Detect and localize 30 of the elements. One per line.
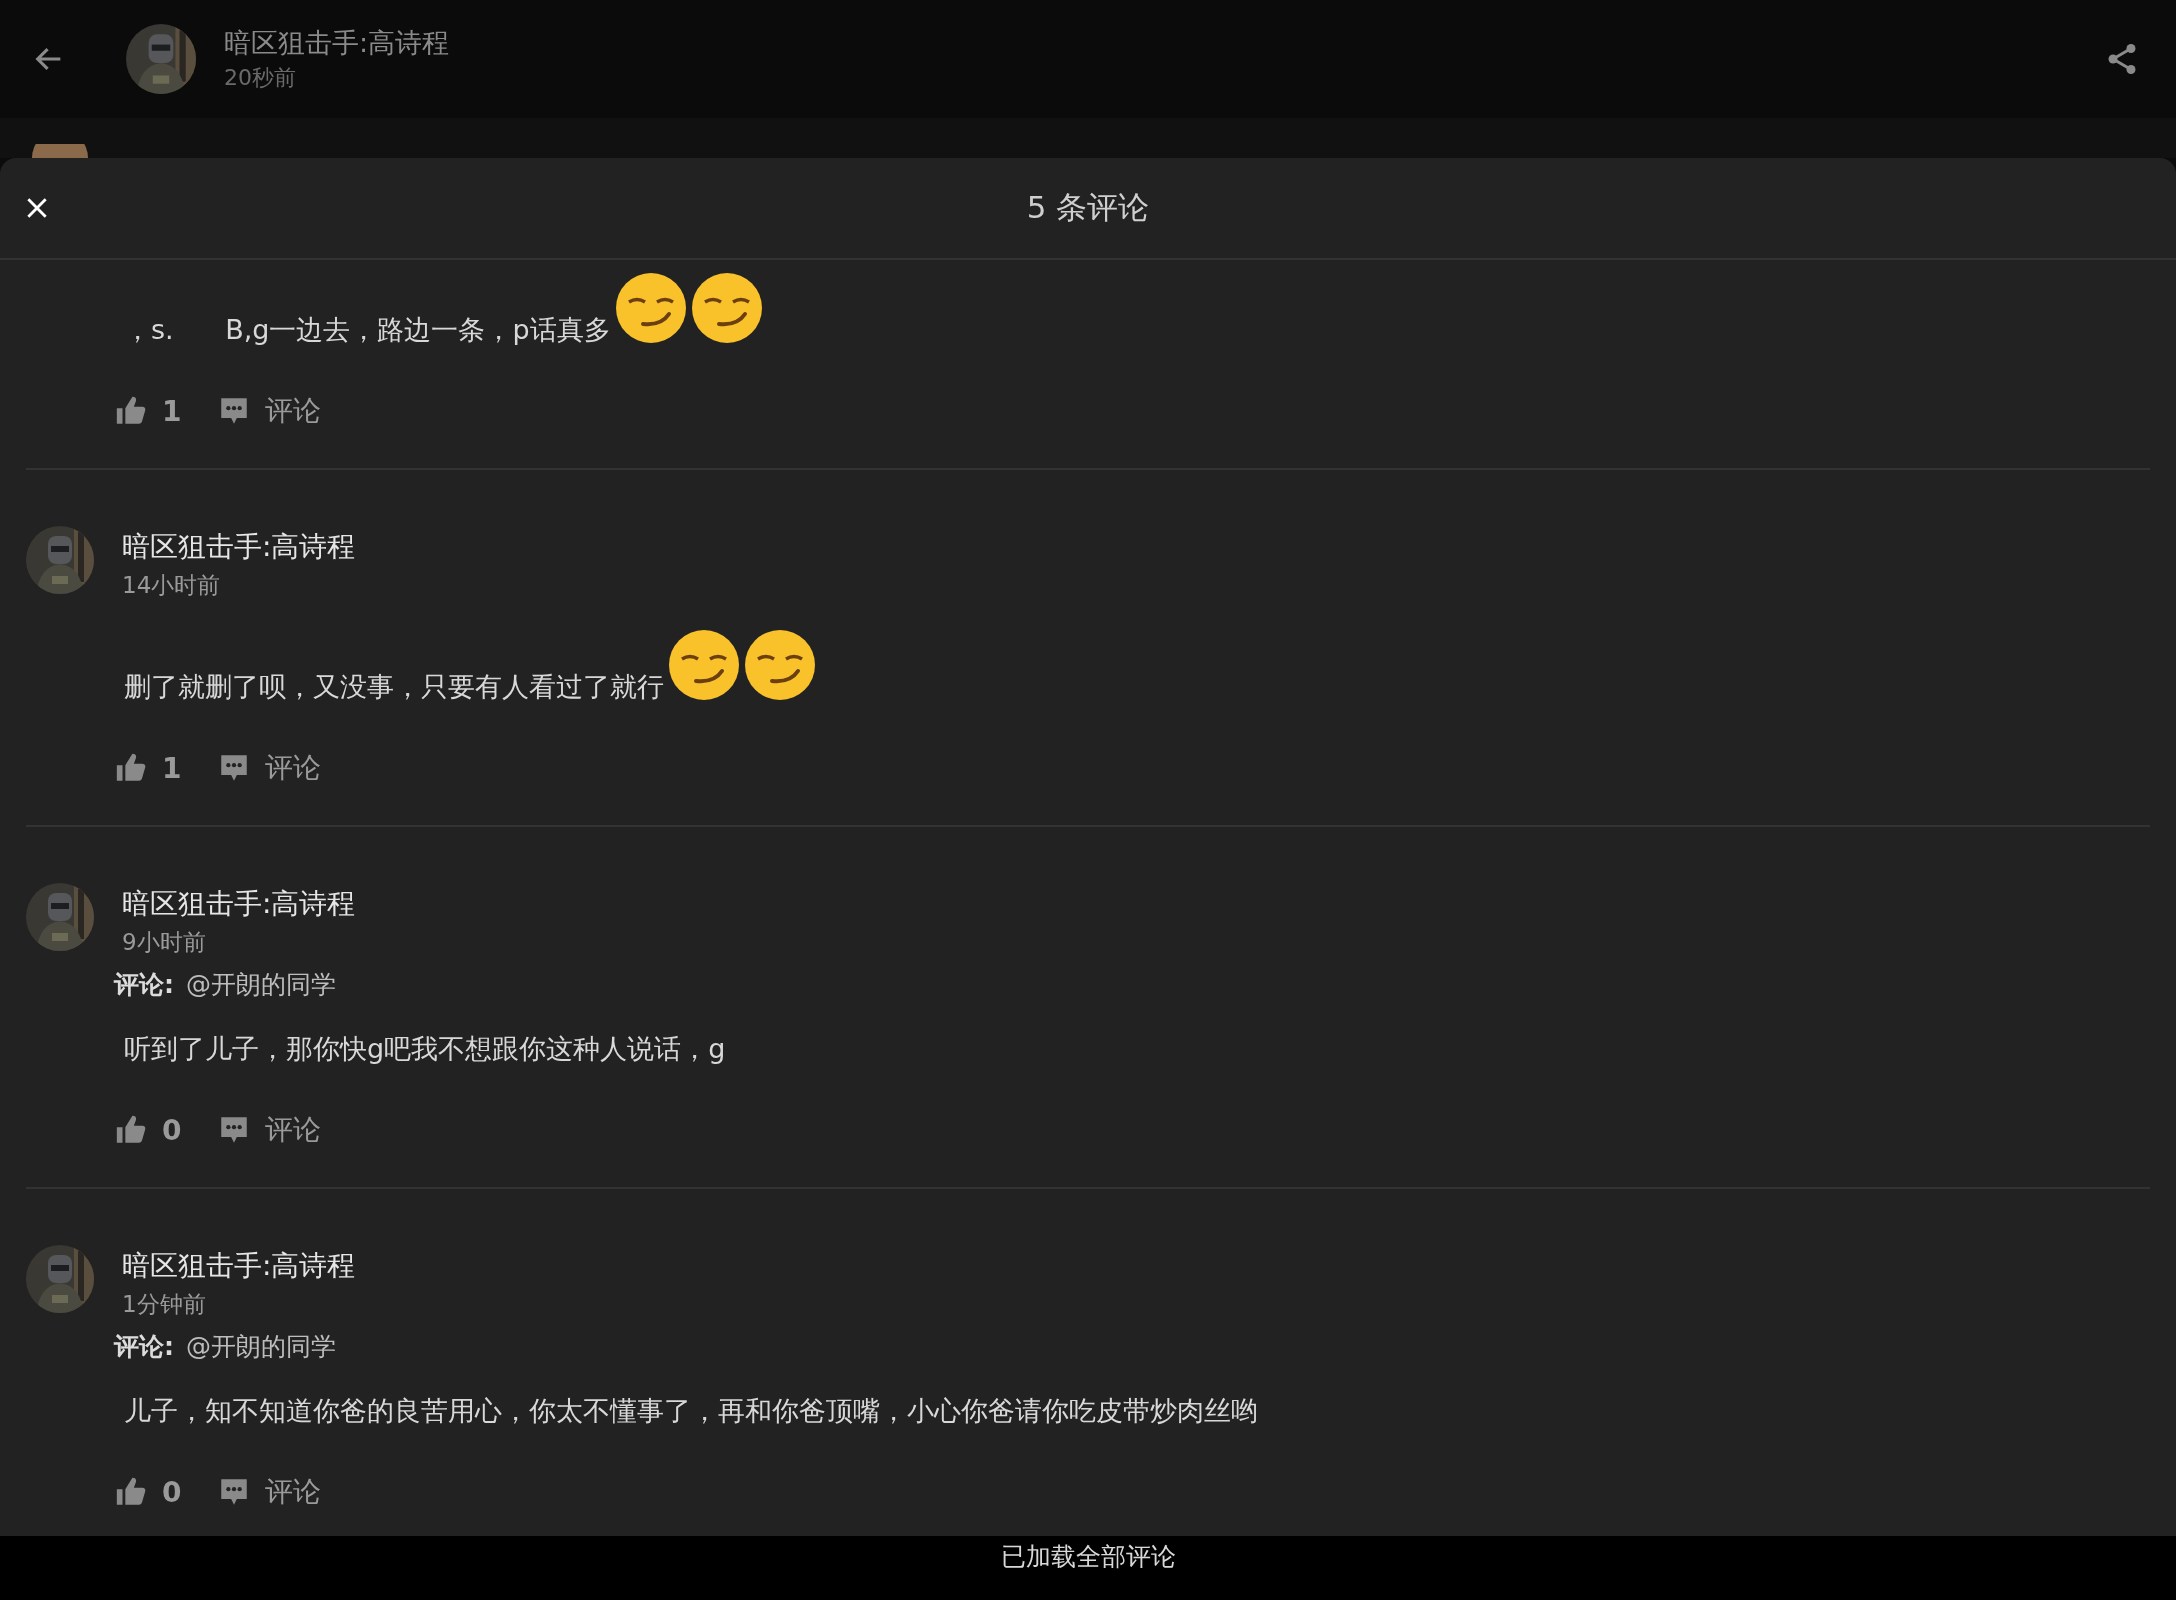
- all-loaded-text: 已加载全部评论: [1000, 1541, 1176, 1573]
- comment-time: 9小时前: [122, 928, 207, 957]
- commenter-name: 暗区狙击手:高诗程: [122, 886, 356, 922]
- reply-label: 评论:: [114, 969, 174, 1001]
- mention-link[interactable]: @开朗的同学: [186, 1330, 336, 1363]
- post-time: 20秒前: [224, 64, 297, 92]
- smirk-emoji-icon: [668, 629, 740, 701]
- smirk-emoji-icon: [614, 272, 687, 344]
- like-button[interactable]: 0: [114, 1111, 182, 1149]
- mention-link[interactable]: @开朗的同学: [186, 968, 336, 1001]
- sheet-title: 5 条评论: [1026, 188, 1150, 227]
- reply-button[interactable]: 评论: [217, 1111, 322, 1149]
- comment-time: 14小时前: [122, 571, 222, 600]
- reply-button[interactable]: 评论: [217, 392, 322, 430]
- comment-time: 1分钟前: [122, 1290, 207, 1319]
- reply-button[interactable]: 评论: [217, 749, 322, 787]
- smirk-emoji-icon: [744, 629, 816, 701]
- comment-text: ，s. B,g一边去，路边一条，p话真多: [124, 313, 611, 347]
- smirk-emoji-icon: [690, 272, 763, 344]
- comment-text: 儿子，知不知道你爸的良苦用心，你太不懂事了，再和你爸顶嘴，小心你爸请你吃皮带炒肉丝哟: [124, 1394, 1258, 1428]
- commenter-name: 暗区狙击手:高诗程: [122, 529, 356, 565]
- comment-text: 删了就删了呗，又没事，只要有人看过了就行: [124, 670, 664, 704]
- like-button[interactable]: 1: [114, 749, 182, 787]
- reply-button[interactable]: 评论: [217, 1473, 322, 1511]
- commenter-name: 暗区狙击手:高诗程: [122, 1248, 356, 1284]
- like-button[interactable]: 1: [114, 392, 182, 430]
- like-button[interactable]: 0: [114, 1473, 182, 1511]
- comment-text: 听到了儿子，那你快g吧我不想跟你这种人说话，g: [124, 1032, 726, 1066]
- reply-label: 评论:: [114, 1331, 174, 1363]
- author-name: 暗区狙击手:高诗程: [224, 26, 451, 60]
